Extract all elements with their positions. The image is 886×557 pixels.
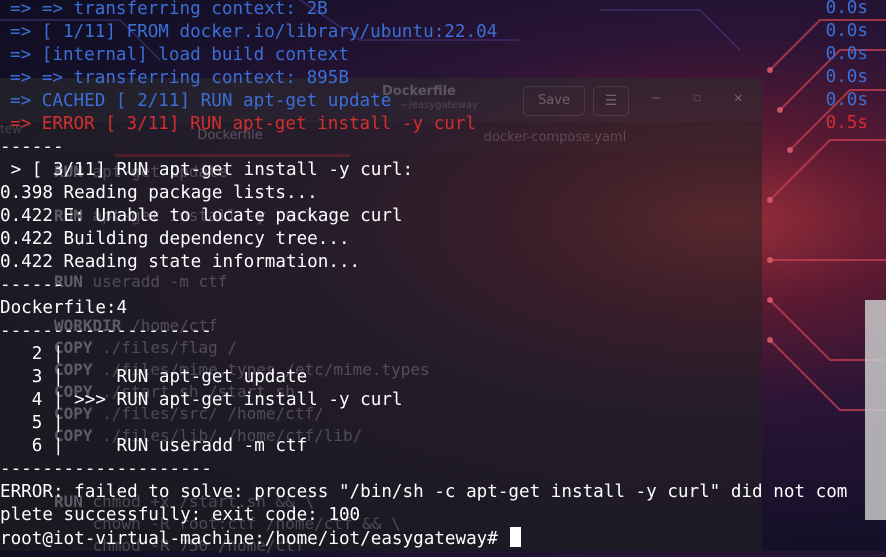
build-step-line: => [internal] load build context xyxy=(10,45,349,65)
shell-prompt: root@iot-virtual-machine:/home/iot/easyg… xyxy=(0,529,509,549)
build-step-line: => CACHED [ 2/11] RUN apt-get update xyxy=(10,91,392,111)
error-step-time: 0.5s xyxy=(825,113,868,133)
build-step-time: 0.0s xyxy=(825,90,868,110)
output-line: 0.422 Building dependency tree... xyxy=(0,229,350,249)
output-line: 4 | >>> RUN apt-get install -y curl xyxy=(0,390,403,410)
output-line: ERROR: failed to solve: process "/bin/sh… xyxy=(0,482,848,502)
build-step-time: 0.0s xyxy=(825,0,868,18)
output-line: 0.422 E: Unable to locate package curl xyxy=(0,206,403,226)
error-step-line: => ERROR [ 3/11] RUN apt-get install -y … xyxy=(10,114,477,134)
output-line: 3 | RUN apt-get update xyxy=(0,367,308,387)
output-line: -------------------- xyxy=(0,459,212,479)
output-line: Dockerfile:4 xyxy=(0,298,128,318)
output-line: 0.398 Reading package lists... xyxy=(0,183,318,203)
build-step-time: 0.0s xyxy=(825,67,868,87)
output-line: 5 | xyxy=(0,413,64,433)
text-cursor xyxy=(510,527,522,547)
output-line: ------ xyxy=(0,137,64,157)
build-step-line: => => transferring context: 2B xyxy=(10,0,328,19)
output-line: 0.422 Reading state information... xyxy=(0,252,361,272)
build-step-line: => [ 1/11] FROM docker.io/library/ubuntu… xyxy=(10,22,498,42)
build-step-line: => => transferring context: 895B xyxy=(10,68,349,88)
output-line: plete successfully: exit code: 100 xyxy=(0,505,361,525)
build-step-time: 0.0s xyxy=(825,21,868,41)
output-line: -------------------- xyxy=(0,321,212,341)
output-line: 6 | RUN useradd -m ctf xyxy=(0,436,308,456)
shell-prompt-line[interactable]: root@iot-virtual-machine:/home/iot/easyg… xyxy=(0,527,522,550)
build-step-time: 0.0s xyxy=(825,44,868,64)
output-line: > [ 3/11] RUN apt-get install -y curl: xyxy=(0,160,414,180)
output-line: 2 | xyxy=(0,344,64,364)
terminal-output[interactable]: => => transferring context: 2B 0.0s => [… xyxy=(0,0,886,551)
output-line: ------ xyxy=(0,275,64,295)
